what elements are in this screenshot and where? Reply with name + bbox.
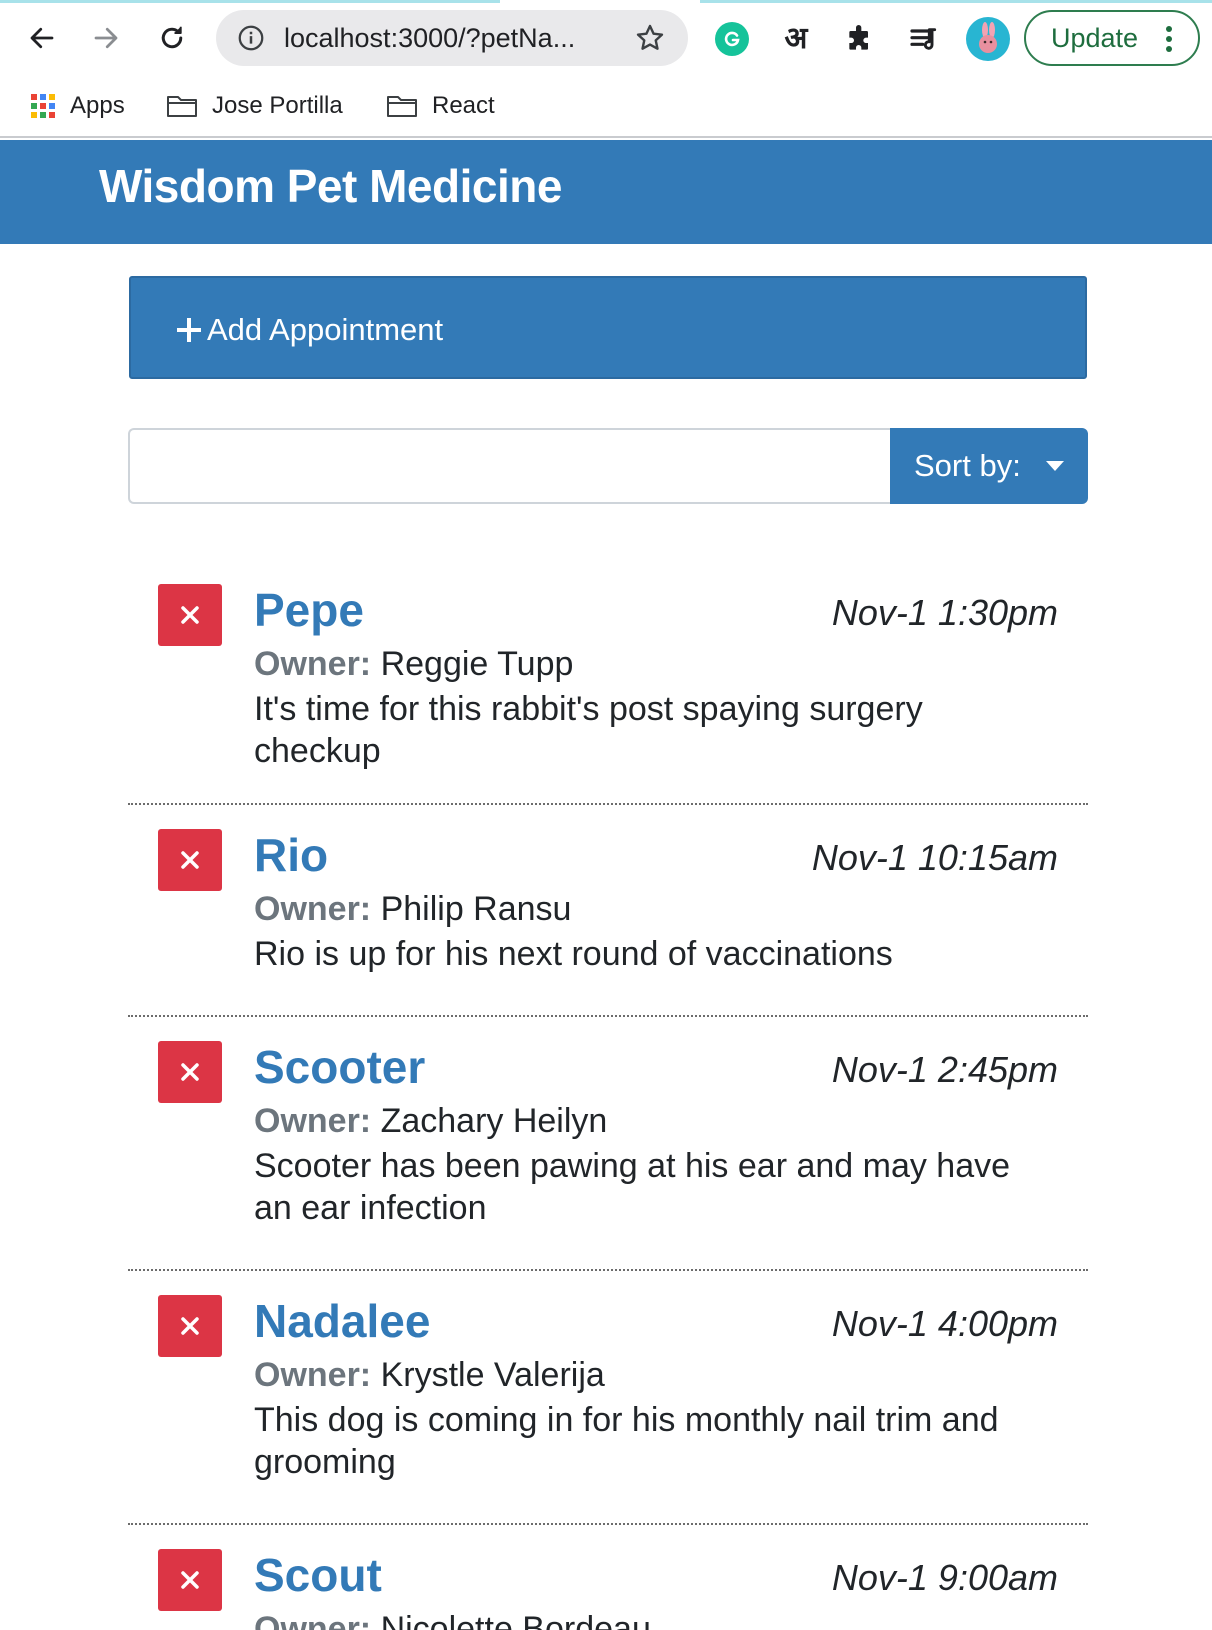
delete-appointment-button[interactable]	[158, 1041, 222, 1103]
bookmark-label: Jose Portilla	[212, 92, 343, 119]
appointment-date: Nov-1 2:45pm	[831, 1049, 1058, 1090]
close-icon	[181, 1317, 199, 1335]
appointment-notes: Rio is up for his next round of vaccinat…	[254, 935, 893, 973]
owner-line: Owner: Philip Ransu	[254, 885, 571, 933]
close-icon	[181, 1571, 199, 1589]
arrow-left-icon	[30, 27, 54, 49]
appointment-notes: Scooter has been pawing at his ear and m…	[254, 1147, 1011, 1227]
update-label: Update	[1051, 23, 1139, 53]
search-sort-row: Sort by:	[128, 428, 1088, 504]
url-text[interactable]: localhost:3000/?petNa...	[284, 10, 614, 66]
pet-name[interactable]: Scooter	[254, 1039, 425, 1095]
profile-avatar[interactable]	[966, 17, 1010, 61]
close-icon	[181, 606, 199, 624]
grammarly-extension[interactable]	[712, 19, 752, 59]
owner-key: Owner:	[254, 1102, 372, 1140]
rabbit-avatar-icon	[979, 22, 997, 53]
appointment-notes: It's time for this rabbit's post spaying…	[254, 690, 923, 770]
owner-line: Owner: Nicolette Bordeau	[254, 1605, 651, 1630]
apps-grid-icon	[31, 94, 55, 118]
puzzle-icon	[849, 25, 868, 50]
back-button[interactable]	[20, 16, 64, 60]
delete-appointment-button[interactable]	[158, 829, 222, 891]
bookmarks-bar: Apps Jose Portilla React	[0, 76, 1212, 138]
bookmark-apps[interactable]: Apps	[30, 86, 125, 126]
bookmark-jose-portilla[interactable]: Jose Portilla	[166, 86, 343, 126]
owner-key: Owner:	[254, 645, 372, 683]
delete-appointment-button[interactable]	[158, 1549, 222, 1611]
owner-line: Owner: Krystle Valerija	[254, 1351, 605, 1399]
grammarly-icon	[715, 22, 749, 56]
hindi-extension[interactable]: अ	[776, 19, 816, 59]
reload-button[interactable]	[150, 16, 194, 60]
tab-strip-accent	[0, 0, 500, 3]
pet-name[interactable]: Scout	[254, 1547, 382, 1603]
owner-name: Philip Ransu	[380, 890, 572, 928]
appointment-item: Pepe Nov-1 1:30pm Owner: Reggie Tupp It'…	[128, 560, 1088, 805]
appointment-date: Nov-1 4:00pm	[831, 1303, 1058, 1344]
appointment-date: Nov-1 1:30pm	[831, 592, 1058, 633]
sort-by-label: Sort by:	[914, 448, 1021, 483]
delete-appointment-button[interactable]	[158, 1295, 222, 1357]
add-appointment-button[interactable]: Add Appointment	[129, 276, 1087, 379]
sort-by-dropdown[interactable]: Sort by:	[890, 428, 1088, 504]
search-input[interactable]	[128, 428, 892, 504]
owner-line: Owner: Zachary Heilyn	[254, 1097, 607, 1145]
owner-name: Zachary Heilyn	[380, 1102, 608, 1140]
appointment-notes: This dog is coming in for his monthly na…	[254, 1401, 999, 1481]
tab-strip-accent	[700, 0, 1212, 3]
appointment-list: Pepe Nov-1 1:30pm Owner: Reggie Tupp It'…	[128, 560, 1088, 1630]
reload-icon	[161, 26, 183, 49]
arrow-right-icon	[94, 27, 118, 49]
appointment-item: Scout Nov-1 9:00am Owner: Nicolette Bord…	[128, 1525, 1088, 1630]
pet-name[interactable]: Pepe	[254, 582, 364, 638]
owner-name: Nicolette Bordeau	[380, 1610, 651, 1630]
playlist-music-icon	[910, 28, 937, 50]
forward-button[interactable]	[84, 16, 128, 60]
bookmark-label: Apps	[70, 92, 125, 119]
address-bar[interactable]: localhost:3000/?petNa...	[216, 10, 688, 66]
media-control-button[interactable]	[904, 19, 944, 59]
owner-key: Owner:	[254, 890, 372, 928]
bookmark-label: React	[432, 92, 495, 119]
page-title: Wisdom Pet Medicine	[99, 160, 562, 212]
hindi-letter-icon: अ	[784, 21, 808, 56]
folder-icon	[167, 96, 197, 117]
bookmark-react[interactable]: React	[386, 86, 495, 126]
owner-line: Owner: Reggie Tupp	[254, 640, 573, 688]
owner-name: Krystle Valerija	[380, 1356, 605, 1394]
pet-name[interactable]: Nadalee	[254, 1293, 430, 1349]
app-header: Wisdom Pet Medicine	[0, 140, 1212, 244]
appointment-date: Nov-1 9:00am	[831, 1557, 1058, 1598]
info-icon[interactable]	[236, 23, 266, 53]
browser-toolbar: localhost:3000/?petNa... अ Update	[0, 0, 1212, 76]
close-icon	[181, 1063, 199, 1081]
add-appointment-label: Add Appointment	[207, 312, 444, 347]
pet-name[interactable]: Rio	[254, 827, 328, 883]
extensions-button[interactable]	[840, 19, 880, 59]
appointment-item: Rio Nov-1 10:15am Owner: Philip Ransu Ri…	[128, 805, 1088, 1017]
folder-icon	[387, 96, 417, 117]
appointment-item: Scooter Nov-1 2:45pm Owner: Zachary Heil…	[128, 1017, 1088, 1271]
close-icon	[181, 851, 199, 869]
owner-key: Owner:	[254, 1610, 372, 1630]
more-vert-icon[interactable]	[1164, 24, 1174, 54]
delete-appointment-button[interactable]	[158, 584, 222, 646]
appointment-date: Nov-1 10:15am	[811, 837, 1058, 878]
owner-name: Reggie Tupp	[380, 645, 574, 683]
star-icon[interactable]	[634, 22, 666, 54]
appointment-item: Nadalee Nov-1 4:00pm Owner: Krystle Vale…	[128, 1271, 1088, 1525]
update-button[interactable]: Update	[1024, 10, 1200, 66]
owner-key: Owner:	[254, 1356, 372, 1394]
caret-down-icon	[1046, 461, 1064, 471]
plus-icon	[177, 318, 201, 342]
